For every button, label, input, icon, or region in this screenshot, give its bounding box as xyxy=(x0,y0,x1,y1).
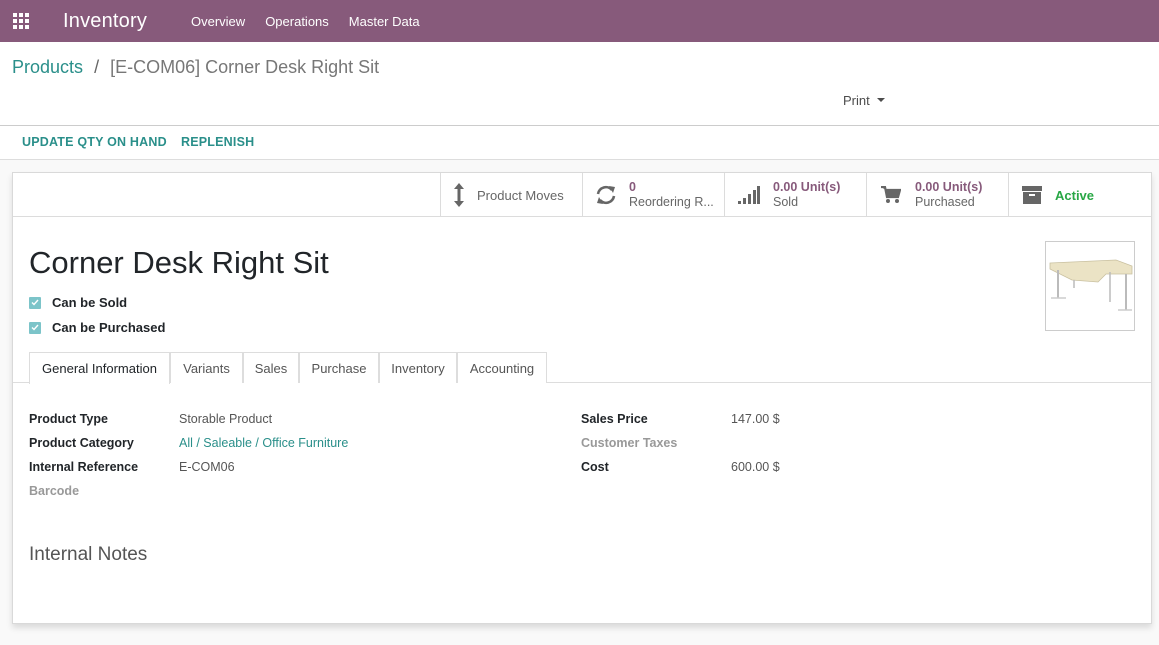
tab-general-information[interactable]: General Information xyxy=(29,352,170,384)
top-navbar: Inventory Overview Operations Master Dat… xyxy=(0,0,1159,42)
product-name[interactable]: Corner Desk Right Sit xyxy=(29,245,329,281)
menu-overview[interactable]: Overview xyxy=(191,14,245,29)
replenish-button[interactable]: REPLENISH xyxy=(181,135,254,149)
tab-accounting[interactable]: Accounting xyxy=(457,352,547,383)
caret-down-icon xyxy=(876,97,885,102)
breadcrumb: Products / [E-COM06] Corner Desk Right S… xyxy=(12,57,379,78)
reordering-label: Reordering R... xyxy=(629,195,714,209)
tab-variants[interactable]: Variants xyxy=(170,352,243,383)
internal-reference-label: Internal Reference xyxy=(29,460,139,474)
sales-price-label: Sales Price xyxy=(581,412,648,426)
cart-icon xyxy=(867,186,915,204)
update-qty-button[interactable]: UPDATE QTY ON HAND xyxy=(22,135,167,149)
purchased-button[interactable]: 0.00 Unit(s) Purchased xyxy=(866,173,1008,217)
sold-quantity: 0.00 Unit(s) xyxy=(773,180,841,194)
tab-inventory[interactable]: Inventory xyxy=(379,352,457,383)
can-be-purchased-checkbox[interactable] xyxy=(29,321,41,334)
menu-operations[interactable]: Operations xyxy=(265,14,329,29)
refresh-icon xyxy=(583,185,629,205)
purchased-label: Purchased xyxy=(915,195,975,209)
product-moves-label: Product Moves xyxy=(477,187,564,203)
product-image[interactable] xyxy=(1045,241,1135,331)
breadcrumb-current: [E-COM06] Corner Desk Right Sit xyxy=(110,57,380,77)
can-be-sold-label: Can be Sold xyxy=(52,295,128,310)
barcode-field[interactable] xyxy=(179,484,379,500)
control-panel: Products / [E-COM06] Corner Desk Right S… xyxy=(0,42,1159,126)
can-be-sold-checkbox[interactable] xyxy=(29,296,41,309)
internal-reference-field[interactable]: E-COM06 xyxy=(179,460,235,474)
cost-label: Cost xyxy=(581,460,609,474)
breadcrumb-products-link[interactable]: Products xyxy=(12,57,83,77)
sales-price-field[interactable]: 147.00 $ xyxy=(731,412,780,426)
can-be-purchased-label: Can be Purchased xyxy=(52,320,166,335)
can-be-sold-row: Can be Sold xyxy=(29,295,127,310)
active-toggle-button[interactable]: Active xyxy=(1008,173,1151,217)
active-label: Active xyxy=(1055,187,1095,203)
product-category-label: Product Category xyxy=(29,436,134,450)
arrows-v-icon xyxy=(441,183,477,207)
customer-taxes-field[interactable] xyxy=(731,436,931,452)
signal-icon xyxy=(725,186,773,204)
form-sheet: Product Moves 0 Reordering R... 0.00 Uni… xyxy=(12,172,1152,624)
reordering-count: 0 xyxy=(629,180,636,194)
can-be-purchased-row: Can be Purchased xyxy=(29,320,165,335)
customer-taxes-label: Customer Taxes xyxy=(581,436,678,450)
print-label: Print xyxy=(843,93,870,108)
product-category-link[interactable]: All / Saleable / Office Furniture xyxy=(179,436,348,450)
product-moves-button[interactable]: Product Moves xyxy=(440,173,582,217)
product-type-label: Product Type xyxy=(29,412,108,426)
cost-field[interactable]: 600.00 $ xyxy=(731,460,780,474)
product-type-field[interactable]: Storable Product xyxy=(179,412,272,426)
reordering-rules-button[interactable]: 0 Reordering R... xyxy=(582,173,724,217)
breadcrumb-separator: / xyxy=(94,57,100,77)
tab-sales[interactable]: Sales xyxy=(243,352,299,383)
menu-master-data[interactable]: Master Data xyxy=(349,14,420,29)
print-dropdown-button[interactable]: Print xyxy=(843,93,885,108)
purchased-quantity: 0.00 Unit(s) xyxy=(915,180,983,194)
barcode-label: Barcode xyxy=(29,484,80,498)
sold-label: Sold xyxy=(773,195,799,209)
apps-menu-icon[interactable] xyxy=(1,0,41,42)
form-statusbar: UPDATE QTY ON HAND REPLENISH xyxy=(0,126,1159,160)
archive-icon xyxy=(1009,186,1055,204)
internal-notes-heading: Internal Notes xyxy=(29,544,148,565)
notebook-tabs: General Information Variants Sales Purch… xyxy=(13,352,1151,384)
sold-button[interactable]: 0.00 Unit(s) Sold xyxy=(724,173,866,217)
smart-button-box: Product Moves 0 Reordering R... 0.00 Uni… xyxy=(13,173,1151,217)
tab-purchase[interactable]: Purchase xyxy=(299,352,379,383)
app-name[interactable]: Inventory xyxy=(63,10,191,33)
